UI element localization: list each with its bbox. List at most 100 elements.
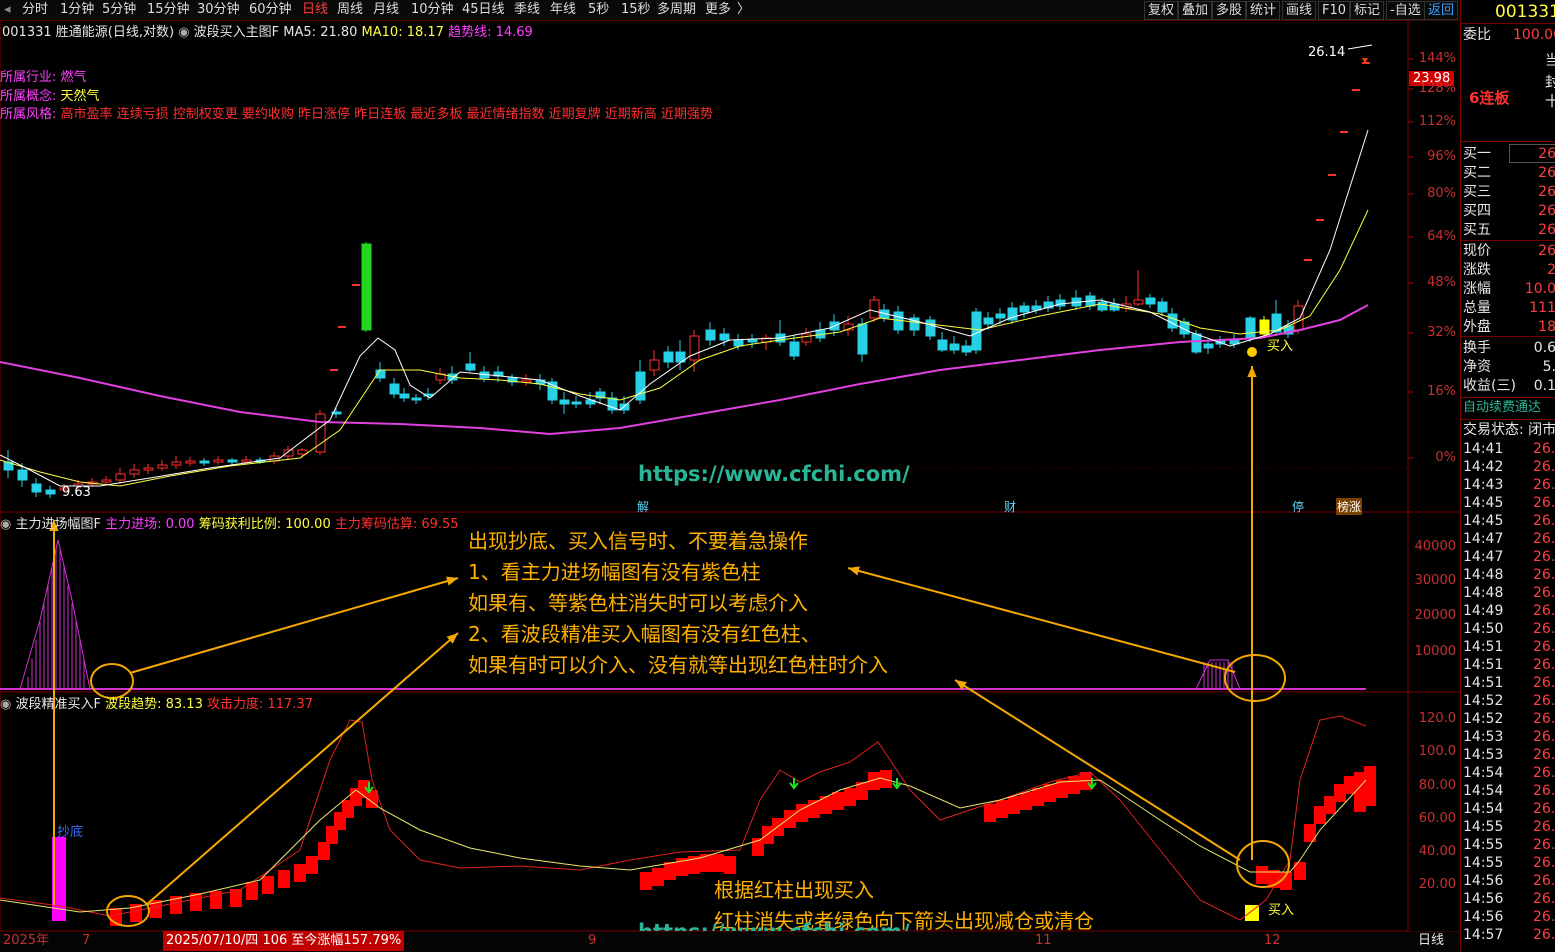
period-tab-9[interactable]: 10分钟 <box>411 2 454 18</box>
red-step-bar-42 <box>1020 792 1032 810</box>
auto-renew-link[interactable]: 自动续费通达 <box>1463 399 1541 417</box>
candle-body-9 <box>129 469 140 475</box>
red-step-bar-43 <box>1032 788 1044 806</box>
tick-price-27: 26. <box>1533 927 1555 943</box>
tick-time-14: 14:52 <box>1463 693 1504 709</box>
candle-body-2 <box>31 483 42 493</box>
tick-time-26: 14:56 <box>1463 909 1504 925</box>
tick-time-21: 14:55 <box>1463 819 1504 835</box>
toolbar-collapse-icon[interactable]: ◂ <box>4 2 11 18</box>
tick-price-25: 26. <box>1533 891 1555 907</box>
event-tag-ranking[interactable]: 榜涨 <box>1336 498 1363 515</box>
period-tab-10[interactable]: 45日线 <box>462 2 505 18</box>
draw-line-button[interactable]: 画线 <box>1282 1 1317 20</box>
price-axis-tick-0: 144% <box>1418 51 1456 66</box>
candle-body-66 <box>925 319 936 337</box>
period-tab-3[interactable]: 15分钟 <box>147 2 190 18</box>
overlay-button[interactable]: 叠加 <box>1178 1 1213 20</box>
tick-price-16: 26. <box>1533 729 1555 745</box>
band-trend-line <box>0 777 1367 913</box>
fuquan-button[interactable]: 复权 <box>1144 1 1179 20</box>
period-label[interactable]: 日线 <box>1418 931 1444 951</box>
tick-time-17: 14:53 <box>1463 747 1504 763</box>
tick-time-16: 14:53 <box>1463 729 1504 745</box>
red-step-bar-40 <box>996 800 1008 818</box>
period-tab-16[interactable]: 更多 <box>705 2 731 18</box>
tick-time-2: 14:43 <box>1463 477 1504 493</box>
period-tab-14[interactable]: 15秒 <box>621 2 651 18</box>
quote-value-0: 26 <box>1538 243 1555 259</box>
side-text-dang: 当 <box>1545 52 1555 70</box>
stats-label-0: 换手 <box>1463 340 1491 356</box>
mark-button[interactable]: 标记 <box>1350 1 1385 20</box>
event-tag-halt[interactable]: 停 <box>1292 498 1304 515</box>
arrow-up-right-head <box>1247 366 1257 378</box>
period-tab-8[interactable]: 月线 <box>373 2 399 18</box>
event-tag-finance[interactable]: 财 <box>1004 498 1016 515</box>
panel2-axis-tick-0: 40000 <box>1414 539 1456 554</box>
period-tab-1[interactable]: 1分钟 <box>60 2 94 18</box>
panel3-toggle-icon[interactable]: ◉ <box>0 697 11 712</box>
tick-price-7: 26. <box>1533 567 1555 583</box>
chart-title-line: 001331 胜通能源(日线,对数) ◉ 波段买入主图F MA5: 21.80 … <box>2 21 533 40</box>
price-axis-tick-4: 80% <box>1427 186 1456 201</box>
industry-value[interactable]: 燃气 <box>61 70 87 85</box>
panel3-axis-tick-2: 80.00 <box>1418 778 1456 793</box>
quote-value-3: 111 <box>1529 300 1555 316</box>
tick-time-18: 14:54 <box>1463 765 1504 781</box>
panel2-title[interactable]: 主力进场幅图F <box>15 517 100 532</box>
period-tab-6[interactable]: 日线 <box>302 2 328 18</box>
trend-line <box>0 304 1369 436</box>
tick-time-7: 14:48 <box>1463 567 1504 583</box>
f10-button[interactable]: F10 <box>1318 1 1351 20</box>
tick-price-19: 26. <box>1533 783 1555 799</box>
period-tab-15[interactable]: 多周期 <box>657 2 696 18</box>
limit-up-streak: 6连板 <box>1469 89 1510 107</box>
bid-label-1: 买二 <box>1463 165 1491 181</box>
tick-time-5: 14:47 <box>1463 531 1504 547</box>
period-tab-13[interactable]: 5秒 <box>588 2 609 18</box>
tick-time-6: 14:47 <box>1463 549 1504 565</box>
candle-body-49 <box>689 335 700 361</box>
bid-value-2: 26 <box>1538 184 1555 200</box>
period-tab-0[interactable]: 分时 <box>22 2 48 18</box>
panel2-toggle-icon[interactable]: ◉ <box>0 517 11 532</box>
period-tab-11[interactable]: 季线 <box>514 2 540 18</box>
indicator-toggle-icon[interactable]: ◉ <box>178 25 189 40</box>
panel3-title[interactable]: 波段精准买入F <box>15 697 100 712</box>
tick-price-21: 26. <box>1533 819 1555 835</box>
concept-value[interactable]: 天然气 <box>61 89 100 104</box>
high-marker-line <box>1347 44 1373 50</box>
period-tab-4[interactable]: 30分钟 <box>197 2 240 18</box>
date-month-9: 9 <box>588 933 597 948</box>
main-indicator-name[interactable]: 波段买入主图F <box>194 25 279 40</box>
candle-body-72 <box>995 313 1006 319</box>
event-tag-unlock[interactable]: 解 <box>637 498 649 515</box>
period-toolbar: ◂ 分时 1分钟 5分钟 15分钟 30分钟 60分钟 日线 周线 月线 10分钟 45日线 季线 年线… <box>0 0 1460 21</box>
tick-price-22: 26. <box>1533 837 1555 853</box>
watchlist-button[interactable]: -自选 <box>1386 1 1425 20</box>
period-tab-12[interactable]: 年线 <box>550 2 576 18</box>
bottom-signal-label: 抄底 <box>57 825 84 840</box>
back-button[interactable]: 返回 <box>1424 1 1459 20</box>
style-value[interactable]: 高市盈率 连续亏损 控制权变更 要约收购 昨日涨停 昨日连板 最近多板 最近情绪… <box>61 107 713 122</box>
period-tab-2[interactable]: 5分钟 <box>102 2 136 18</box>
candle-body-28 <box>411 397 422 401</box>
tick-time-10: 14:50 <box>1463 621 1504 637</box>
tick-time-22: 14:55 <box>1463 837 1504 853</box>
candle-body-16 <box>227 459 238 463</box>
multi-stock-button[interactable]: 多股 <box>1212 1 1247 20</box>
more-chevron-icon[interactable]: 〉 <box>737 2 750 18</box>
period-tab-5[interactable]: 60分钟 <box>249 2 292 18</box>
red-step-bar-10 <box>294 864 306 882</box>
stats-button[interactable]: 统计 <box>1246 1 1281 20</box>
panel3-header: ◉ 波段精准买入F 波段趋势: 83.13 攻击力度: 117.37 <box>0 693 313 712</box>
date-year: 2025年 <box>3 933 50 948</box>
price-axis-tick-3: 96% <box>1427 149 1456 164</box>
candle-body-80 <box>1097 301 1108 311</box>
candle-body-13 <box>185 460 196 464</box>
candle-body-56 <box>789 341 800 357</box>
tick-price-9: 26. <box>1533 603 1555 619</box>
candle-body-69 <box>961 345 972 353</box>
period-tab-7[interactable]: 周线 <box>337 2 363 18</box>
